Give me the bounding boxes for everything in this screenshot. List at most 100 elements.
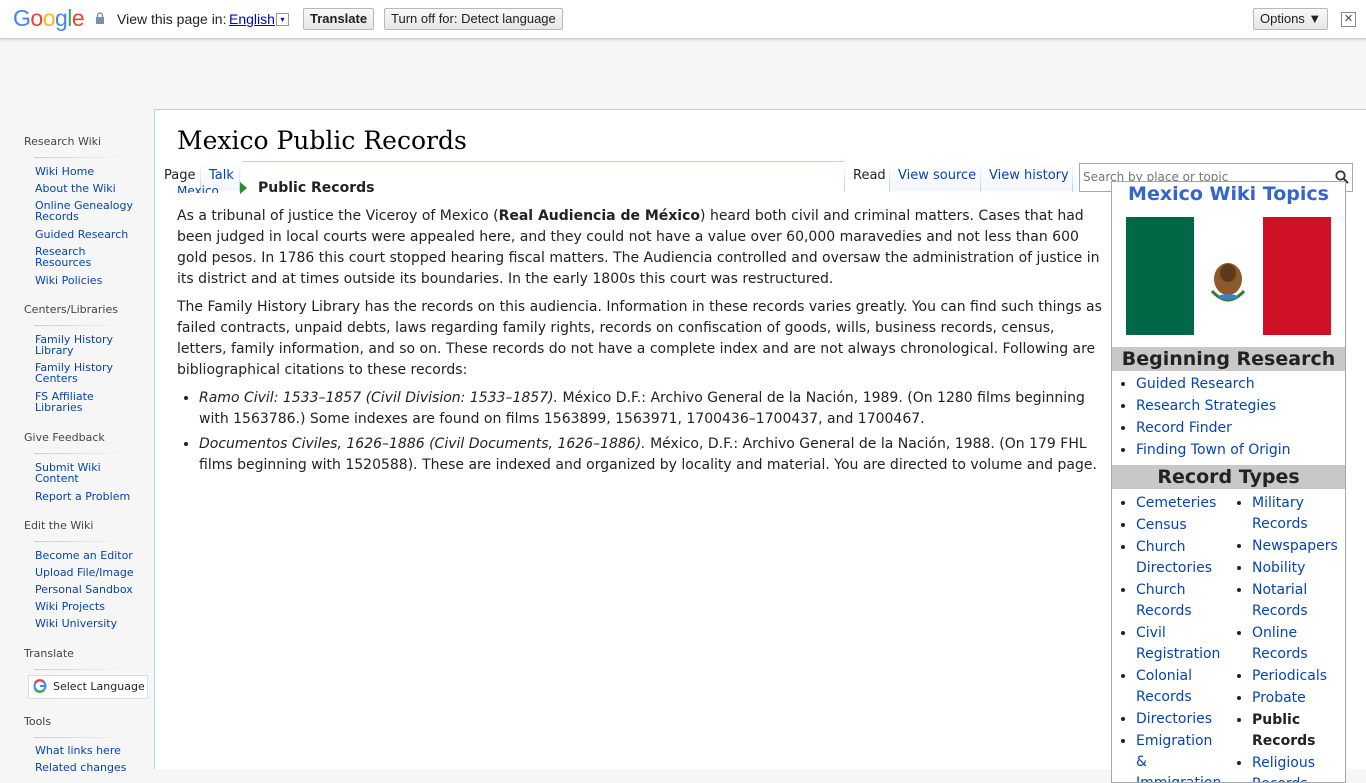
topic-link[interactable]: Cemeteries (1136, 495, 1216, 511)
lock-icon (96, 12, 104, 24)
topic-link[interactable]: Notarial Records (1252, 582, 1308, 619)
breadcrumb-arrow-icon (240, 182, 247, 194)
text: As a tribunal of justice the Viceroy of … (177, 208, 499, 224)
topic-link[interactable]: Colonial Records (1136, 668, 1192, 705)
record-types-list-col2: Military Records Newspapers Nobility Not… (1228, 493, 1342, 782)
topic-link[interactable]: Nobility (1252, 560, 1305, 576)
list-item: Guided Research (1136, 374, 1291, 395)
sidebar-heading-give-feedback: Give Feedback (24, 431, 105, 444)
topic-link[interactable]: Periodicals (1252, 668, 1327, 684)
topic-link[interactable]: Online Records (1252, 625, 1308, 662)
list-item: Cemeteries (1136, 493, 1226, 514)
sidebar-item-upload-file-image[interactable]: Upload File/Image (35, 567, 140, 578)
section-beginning-research: Beginning Research (1112, 347, 1345, 371)
language-dropdown-icon[interactable]: ▾ (276, 13, 289, 26)
close-icon[interactable]: ✕ (1341, 12, 1356, 27)
sidebar-heading-centers-libraries: Centers/Libraries (24, 303, 118, 316)
sidebar-item-family-history-library[interactable]: Family History Library (35, 334, 125, 356)
sidebar-item-what-links-here[interactable]: What links here (35, 745, 140, 756)
list-item: Emigration & Immigration (1136, 731, 1226, 782)
sidebar-item-fs-affiliate-libraries[interactable]: FS Affiliate Libraries (35, 391, 125, 413)
topics-box: Mexico Wiki Topics Beginning Research Gu… (1111, 181, 1346, 783)
list-item: Newspapers (1252, 536, 1342, 557)
sidebar-heading-tools: Tools (24, 715, 52, 728)
view-page-in-label: View this page in: (117, 11, 227, 27)
tab-view-history[interactable]: View history (981, 161, 1077, 191)
list-item: Church Directories (1136, 537, 1226, 579)
topic-link[interactable]: Civil Registration (1136, 625, 1220, 662)
bold-term: Real Audiencia de México (498, 208, 701, 224)
google-g-icon (33, 679, 47, 693)
citation-title: Documentos Civiles, 1626–1886 (Civil Doc… (199, 436, 646, 452)
list-item: Nobility (1252, 558, 1342, 579)
sidebar-item-online-genealogy-records[interactable]: Online Genealogy Records (35, 200, 135, 222)
list-item: Research Strategies (1136, 396, 1291, 417)
topic-link[interactable]: Church Directories (1136, 539, 1212, 576)
list-item: Documentos Civiles, 1626–1886 (Civil Doc… (199, 434, 1105, 476)
list-item: Finding Town of Origin (1136, 440, 1291, 461)
citation-list: Ramo Civil: 1533–1857 (Civil Division: 1… (177, 388, 1105, 476)
topic-link[interactable]: Newspapers (1252, 538, 1338, 554)
sidebar: Research Wiki Wiki Home About the Wiki O… (0, 110, 154, 773)
topic-link[interactable]: Probate (1252, 690, 1306, 706)
sidebar-item-guided-research[interactable]: Guided Research (35, 229, 140, 240)
sidebar-divider (34, 453, 126, 454)
breadcrumb-current: Public Records (258, 180, 375, 196)
sidebar-heading-edit-the-wiki: Edit the Wiki (24, 519, 94, 532)
record-types-list-col1: Cemeteries Census Church Directories Chu… (1112, 493, 1226, 782)
translate-button[interactable]: Translate (303, 8, 375, 30)
list-item-current: Public Records (1252, 710, 1342, 752)
list-item: Periodicals (1252, 666, 1342, 687)
options-button[interactable]: Options ▼ (1253, 8, 1329, 30)
tab-view-source[interactable]: View source (890, 161, 985, 191)
topic-link[interactable]: Military Records (1252, 495, 1308, 532)
language-link[interactable]: English (229, 11, 275, 27)
sidebar-item-wiki-home[interactable]: Wiki Home (35, 166, 140, 177)
turn-off-button[interactable]: Turn off for: Detect language (384, 8, 563, 30)
sidebar-divider (34, 669, 126, 670)
breadcrumb-link-mexico[interactable]: Mexico (177, 184, 219, 193)
list-item: Probate (1252, 688, 1342, 709)
sidebar-item-submit-wiki-content[interactable]: Submit Wiki Content (35, 462, 115, 484)
sidebar-item-wiki-policies[interactable]: Wiki Policies (35, 275, 140, 286)
sidebar-divider (34, 157, 126, 158)
sidebar-item-personal-sandbox[interactable]: Personal Sandbox (35, 584, 140, 595)
topic-link[interactable]: Guided Research (1136, 376, 1255, 392)
topic-link[interactable]: Church Records (1136, 582, 1192, 619)
topic-link[interactable]: Religious Records (1252, 755, 1315, 782)
topic-link[interactable]: Census (1136, 517, 1187, 533)
tab-read[interactable]: Read (845, 161, 894, 191)
list-item: Church Records (1136, 580, 1226, 622)
list-item: Civil Registration (1136, 623, 1226, 665)
sidebar-divider (34, 541, 126, 542)
select-language-dropdown[interactable]: Select Language (28, 675, 148, 699)
topic-link[interactable]: Directories (1136, 711, 1212, 727)
sidebar-divider (34, 737, 126, 738)
list-item: Religious Records (1252, 753, 1342, 782)
beginning-research-list: Guided Research Research Strategies Reco… (1112, 374, 1291, 462)
topic-link[interactable]: Record Finder (1136, 420, 1232, 436)
list-item: Census (1136, 515, 1226, 536)
list-item: Directories (1136, 709, 1226, 730)
sidebar-item-wiki-university[interactable]: Wiki University (35, 618, 140, 629)
section-record-types: Record Types (1112, 465, 1345, 489)
sidebar-item-wiki-projects[interactable]: Wiki Projects (35, 601, 140, 612)
topic-link[interactable]: Finding Town of Origin (1136, 442, 1291, 458)
topic-link[interactable]: Research Strategies (1136, 398, 1276, 414)
topics-title[interactable]: Mexico Wiki Topics (1112, 182, 1345, 206)
list-item: Military Records (1252, 493, 1342, 535)
article-body: As a tribunal of justice the Viceroy of … (177, 206, 1105, 480)
tab-bar-line (239, 161, 844, 162)
sidebar-item-family-history-centers[interactable]: Family History Centers (35, 362, 125, 384)
sidebar-divider (34, 325, 126, 326)
sidebar-heading-research-wiki: Research Wiki (24, 135, 102, 148)
sidebar-item-research-resources[interactable]: Research Resources (35, 246, 105, 268)
mexico-flag-image (1126, 217, 1331, 335)
sidebar-item-become-an-editor[interactable]: Become an Editor (35, 550, 140, 561)
translate-bar: Google View this page in: English ▾ Tran… (0, 0, 1366, 39)
sidebar-item-about-the-wiki[interactable]: About the Wiki (35, 183, 140, 194)
list-item: Colonial Records (1136, 666, 1226, 708)
topic-link[interactable]: Emigration & Immigration (1136, 733, 1221, 782)
sidebar-item-report-a-problem[interactable]: Report a Problem (35, 491, 140, 502)
list-item: Notarial Records (1252, 580, 1342, 622)
